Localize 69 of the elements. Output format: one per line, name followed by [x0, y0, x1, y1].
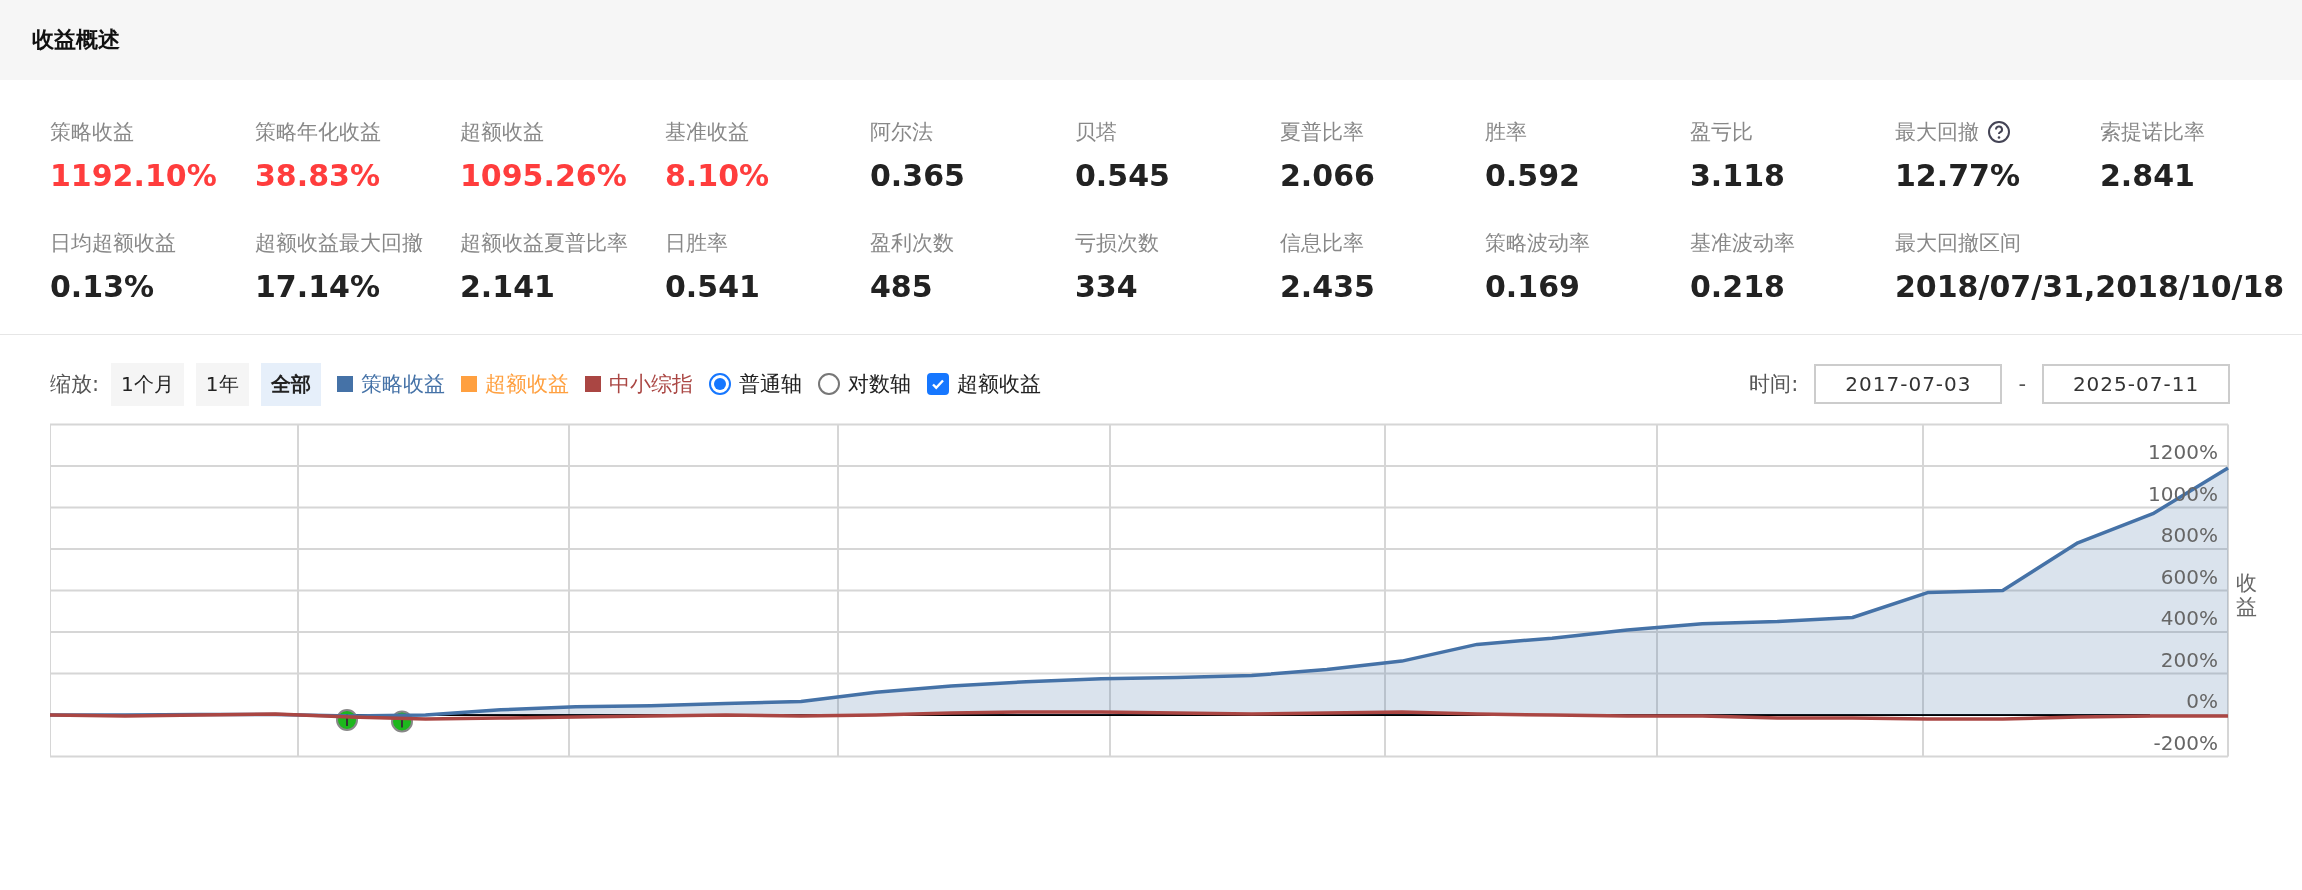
checkbox[interactable]: [926, 373, 949, 395]
stat-label: 日胜率: [665, 230, 728, 257]
axis-tick-label: 200%: [2160, 647, 2218, 672]
radio-label: 对数轴: [847, 371, 911, 398]
stat-label: 索提诺比率: [2100, 119, 2205, 146]
stat-label: 策略年化收益: [255, 119, 381, 146]
zoom-button[interactable]: 1个月: [111, 362, 184, 406]
stat-value: 0.13%: [50, 269, 156, 304]
stat-label: 基准波动率: [1690, 230, 1795, 257]
event-marker-icon[interactable]: [391, 710, 413, 733]
stat-value: 1095.26%: [460, 158, 628, 193]
stat-value: 0.541: [665, 269, 761, 304]
axis-title: 收益: [2236, 572, 2257, 619]
stat-label: 盈亏比: [1690, 119, 1753, 146]
stat-value: 0.592: [1485, 158, 1581, 193]
stat-value: 0.169: [1485, 269, 1581, 304]
stat-label: 超额收益夏普比率: [460, 230, 628, 257]
stat-value: 2018/07/31,2018/10/18: [1895, 269, 2285, 304]
stat-value: 0.365: [870, 158, 966, 193]
axis-tick-label: 1200%: [2148, 440, 2218, 464]
zoom-label: 缩放:: [50, 371, 100, 398]
stat-label: 超额收益: [460, 119, 544, 146]
stat-value: 2.435: [1280, 269, 1376, 304]
axis-tick-label: -200%: [2153, 730, 2218, 755]
start-date-field[interactable]: 2017-07-03: [1814, 364, 2003, 404]
zoom-button[interactable]: 全部: [260, 362, 321, 406]
stat-label: 日均超额收益: [50, 230, 176, 257]
end-date-field[interactable]: 2025-07-11: [2042, 364, 2230, 404]
legend-item[interactable]: 策略收益: [336, 370, 445, 398]
axis-tick-label: 600%: [2160, 564, 2218, 589]
stat-value: 12.77%: [1895, 158, 2021, 193]
stat-value: 38.83%: [255, 158, 381, 193]
date-separator: -: [2018, 372, 2026, 396]
axis-tick-label: 800%: [2160, 523, 2218, 547]
stat-value: 0.218: [1690, 269, 1786, 304]
radio-button[interactable]: [817, 373, 840, 395]
time-label: 时间:: [1749, 371, 1799, 398]
checkbox-label: 超额收益: [956, 371, 1041, 398]
radio-button[interactable]: [708, 373, 731, 395]
stat-label: 胜率: [1485, 119, 1527, 146]
stat-value: 0.545: [1075, 158, 1171, 193]
stat-label: 信息比率: [1280, 230, 1364, 257]
stat-label: 最大回撤区间: [1895, 230, 2021, 257]
stat-value: 2.141: [460, 269, 556, 304]
stat-value: 485: [870, 269, 934, 304]
stat-label: 策略收益: [50, 119, 134, 146]
stat-value: 1192.10%: [50, 158, 218, 193]
help-icon[interactable]: [1987, 120, 2011, 144]
stat-label: 策略波动率: [1485, 230, 1590, 257]
radio-label: 普通轴: [738, 371, 802, 398]
axis-tick-label: 400%: [2160, 606, 2218, 630]
stat-label: 亏损次数: [1075, 230, 1159, 257]
stat-label: 夏普比率: [1280, 119, 1364, 146]
stat-value: 8.10%: [665, 158, 771, 193]
stat-value: 334: [1075, 269, 1139, 304]
section-title: 收益概述: [32, 26, 120, 54]
stat-value: 2.066: [1280, 158, 1376, 193]
stat-label: 盈利次数: [870, 230, 954, 257]
stat-label: 基准收益: [665, 119, 749, 146]
stat-value: 17.14%: [255, 269, 381, 304]
stat-label: 最大回撤: [1895, 119, 1979, 146]
zoom-button[interactable]: 1年: [195, 362, 249, 406]
legend-item[interactable]: 中小综指: [584, 370, 693, 398]
stat-label: 超额收益最大回撤: [255, 230, 423, 257]
stat-value: 3.118: [1690, 158, 1786, 193]
stat-value: 2.841: [2100, 158, 2196, 193]
stat-label: 阿尔法: [870, 119, 933, 146]
axis-tick-label: 0%: [2186, 689, 2218, 713]
stat-label: 贝塔: [1075, 119, 1117, 146]
